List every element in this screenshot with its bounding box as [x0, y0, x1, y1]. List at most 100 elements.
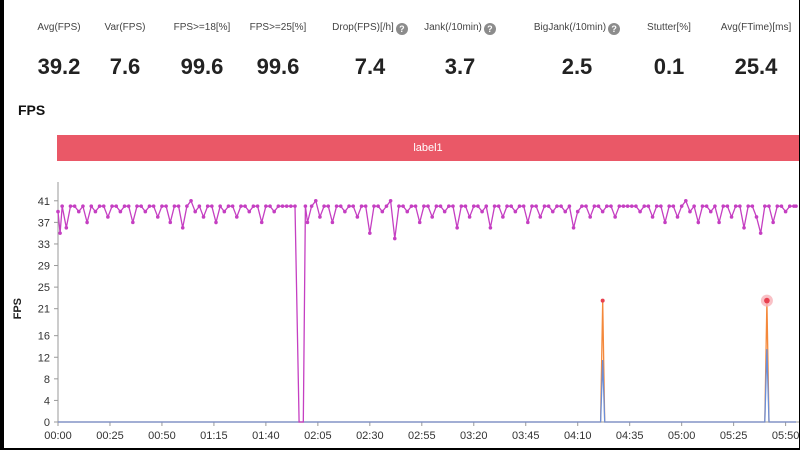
- fps-point: [126, 204, 131, 208]
- fps-point: [143, 209, 148, 214]
- metric-1: Var(FPS) 7.6: [90, 0, 160, 90]
- fps-point: [584, 204, 588, 208]
- fps-point: [56, 209, 60, 214]
- help-icon[interactable]: ?: [608, 23, 621, 35]
- fps-point: [733, 204, 738, 208]
- fps-point: [305, 220, 310, 225]
- fps-point: [746, 204, 750, 208]
- metric-8: Avg(FTime)[ms] 25.4: [711, 0, 799, 90]
- fps-point: [700, 204, 705, 208]
- fps-point: [218, 204, 222, 208]
- metric-label-text: Avg(FTime)[ms]: [720, 22, 792, 33]
- fps-point: [284, 204, 289, 208]
- fps-point: [567, 204, 572, 208]
- help-icon[interactable]: ?: [483, 23, 496, 35]
- fps-point: [559, 204, 563, 208]
- fps-point: [193, 209, 198, 214]
- bigjank-series-line: [58, 349, 796, 423]
- fps-point: [505, 204, 509, 208]
- fps-point: [276, 204, 281, 208]
- help-icon[interactable]: ?: [395, 23, 408, 35]
- fps-point: [114, 204, 119, 208]
- fps-point: [405, 209, 410, 214]
- fps-point: [160, 204, 164, 208]
- fps-point: [388, 198, 393, 203]
- metric-7: Stutter[%] 0.1: [629, 0, 709, 90]
- y-tick-label: 16: [38, 331, 50, 343]
- jank-marker: [600, 298, 605, 303]
- fps-point: [426, 204, 430, 208]
- fps-point: [517, 204, 522, 208]
- fps-point: [787, 204, 792, 208]
- fps-point: [663, 220, 667, 225]
- fps-point: [742, 225, 746, 230]
- fps-point: [642, 204, 647, 208]
- y-tick-label: 21: [38, 304, 50, 316]
- fps-point: [763, 204, 767, 208]
- metric-label: Var(FPS): [90, 22, 160, 33]
- fps-point: [534, 204, 538, 208]
- metric-label: BigJank(/10min)?: [522, 22, 632, 35]
- fps-series-line: [57, 199, 796, 423]
- fps-point: [85, 220, 89, 225]
- fps-point: [380, 209, 385, 214]
- metric-value: 3.7: [444, 54, 476, 79]
- fps-point: [738, 204, 742, 208]
- metric-value: 0.1: [653, 54, 685, 79]
- fps-point: [210, 204, 214, 208]
- y-tick-label: 25: [38, 282, 50, 294]
- fps-point: [480, 209, 484, 214]
- fps-point: [259, 220, 264, 225]
- fps-point: [488, 225, 493, 230]
- fps-point: [704, 204, 709, 208]
- x-tick-label: 01:40: [252, 430, 280, 442]
- fps-point: [334, 204, 339, 208]
- fps-point: [89, 204, 94, 208]
- fps-point: [176, 204, 181, 208]
- fps-chart: 0 4 8 12 16 21 25 29 33 37 41 00:00 00:25 00:50 01:15 0…: [12, 182, 799, 442]
- fps-point: [451, 204, 455, 208]
- fps-point: [513, 209, 518, 214]
- fps-point: [309, 204, 314, 208]
- y-tick-label: 4: [44, 395, 50, 407]
- fps-point: [164, 204, 168, 208]
- fps-point: [496, 204, 501, 208]
- fps-point: [758, 231, 763, 235]
- fps-point: [638, 209, 642, 214]
- fps-point: [72, 204, 77, 208]
- fps-point: [289, 204, 293, 208]
- x-tick-label: 03:45: [512, 430, 540, 442]
- fps-point: [351, 204, 356, 208]
- fps-point: [135, 204, 139, 208]
- metric-label: FPS>=18[%]: [160, 22, 244, 33]
- fps-point: [546, 204, 551, 208]
- fps-point: [794, 204, 798, 208]
- fps-point: [767, 204, 771, 208]
- fps-point: [430, 215, 434, 219]
- fps-point: [264, 204, 268, 208]
- fps-point: [580, 204, 584, 208]
- label-bar[interactable]: label1: [57, 135, 799, 161]
- y-tick-label: 29: [38, 261, 50, 273]
- metric-value: 39.2: [37, 54, 81, 79]
- metric-4: Drop(FPS)[/h]? 7.4: [320, 0, 420, 90]
- fps-point: [60, 204, 64, 208]
- y-tick-label: 12: [38, 352, 50, 364]
- fps-point: [303, 204, 308, 208]
- fps-point: [592, 204, 597, 208]
- bigjank-marker: [764, 297, 770, 304]
- x-tick-label: 02:05: [304, 430, 332, 442]
- fps-point: [675, 215, 680, 219]
- x-tick-label: 03:20: [460, 430, 488, 442]
- fps-point: [255, 204, 260, 208]
- fps-point: [251, 204, 256, 208]
- metric-label: Stutter[%]: [629, 22, 709, 33]
- fps-point: [268, 204, 272, 208]
- fps-point: [338, 204, 343, 208]
- fps-point: [64, 225, 69, 230]
- fps-point: [476, 204, 480, 208]
- jank-series-line: [58, 300, 796, 423]
- fps-point: [783, 209, 788, 214]
- fps-point: [684, 198, 688, 203]
- fps-point: [243, 204, 247, 208]
